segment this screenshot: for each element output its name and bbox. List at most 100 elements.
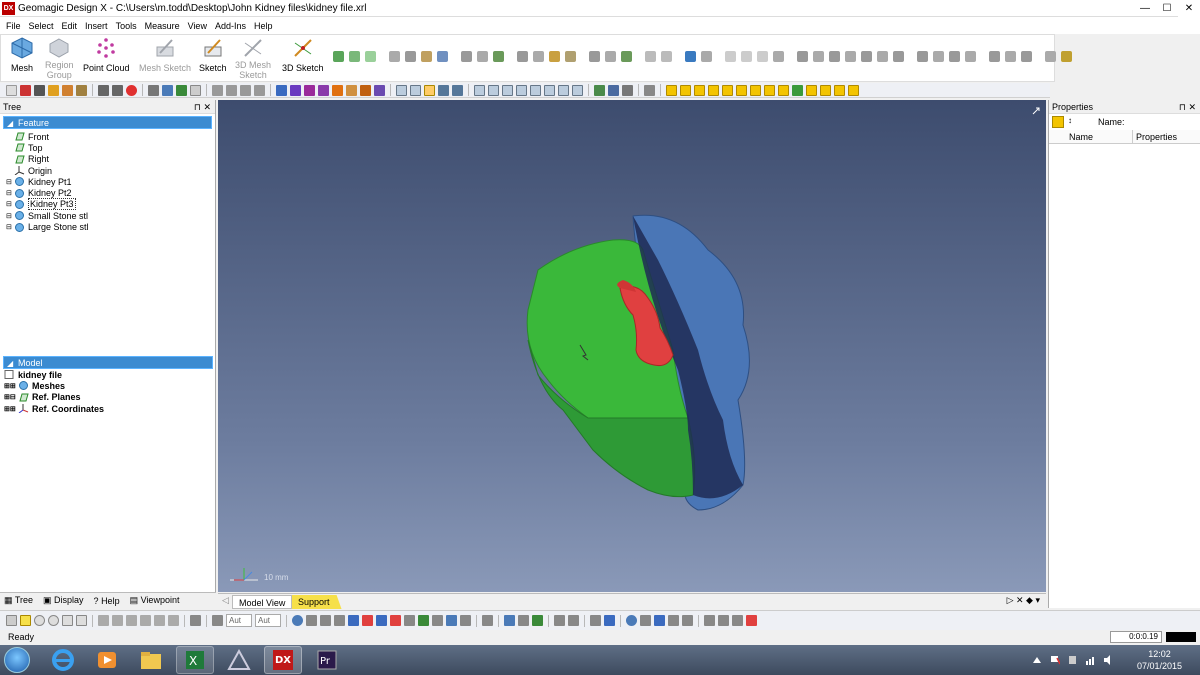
point-icon[interactable] [365,51,376,62]
draft-icon[interactable] [517,51,528,62]
show-hidden-icons-icon[interactable] [1032,655,1042,665]
settings-icon[interactable] [1021,51,1032,62]
pan-icon[interactable] [290,84,301,96]
display-toggle-1-icon[interactable] [666,84,677,96]
select-visible-icon[interactable] [112,615,123,626]
view-right-icon[interactable] [474,84,485,96]
action-center-flag-icon[interactable] [1050,655,1060,665]
filter-27-icon[interactable] [718,615,729,626]
filter-1-icon[interactable] [306,615,317,626]
filter-25-icon[interactable] [682,615,693,626]
select-connected-icon[interactable] [140,615,151,626]
surface-2-icon[interactable] [813,51,824,62]
collapse-triangle-icon[interactable]: ◢ [7,117,13,130]
split-icon[interactable] [565,51,576,62]
model-section-header[interactable]: ◢ Model [3,356,213,369]
mesh-button[interactable]: Mesh [11,37,33,73]
kidney-model[interactable] [218,100,1046,592]
view-iso-4-icon[interactable] [530,84,541,96]
start-button[interactable] [4,647,30,673]
filter-16-icon[interactable] [532,615,543,626]
3d-mesh-sketch-button[interactable]: 3D Mesh Sketch [235,37,271,80]
hidden-line-icon[interactable] [622,84,633,96]
minimize-button[interactable]: — [1134,0,1156,17]
view-iso-2-icon[interactable] [502,84,513,96]
model-viewport[interactable]: 10 mm [218,100,1046,592]
menu-select[interactable]: Select [29,21,54,31]
menu-insert[interactable]: Insert [85,21,108,31]
sweep-icon[interactable] [421,51,432,62]
tab-scroll-left-icon[interactable]: ◁ [222,595,229,606]
menu-tools[interactable]: Tools [116,21,137,31]
zoom-fit-icon[interactable] [240,84,251,96]
region-group-button[interactable]: Region Group [45,37,74,80]
filter-26-icon[interactable] [704,615,715,626]
expand-icon[interactable]: ⊟ [6,189,14,197]
filter-15-icon[interactable] [518,615,529,626]
filter-21-icon[interactable] [626,615,637,626]
tree-item-front[interactable]: Front [6,131,215,142]
export-icon[interactable] [1045,51,1056,62]
circle-select-icon[interactable] [34,615,45,626]
categorized-icon[interactable] [1052,116,1064,128]
filter-2-icon[interactable] [320,615,331,626]
tab-viewpoint[interactable]: ▤ Viewpoint [130,595,180,606]
display-toggle-14-icon[interactable] [848,84,859,96]
filter-29-icon[interactable] [746,615,757,626]
align-icon[interactable] [685,51,696,62]
boolean-icon[interactable] [589,51,600,62]
menu-file[interactable]: File [6,21,21,31]
align-2-icon[interactable] [701,51,712,62]
zoom-icon[interactable] [212,84,223,96]
3d-sketch-button[interactable]: 3D Sketch [282,37,324,73]
filter-12-icon[interactable] [460,615,471,626]
menu-help[interactable]: Help [254,21,273,31]
tree-panel-pin-close[interactable]: ⊓ ✕ [194,100,211,114]
view-front-icon[interactable] [396,84,407,96]
filter-22-icon[interactable] [640,615,651,626]
save-icon[interactable] [34,84,45,96]
render-3-icon[interactable] [374,84,385,96]
tree-item-kidney-pt1[interactable]: ⊟ Kidney Pt1 [6,176,215,187]
taskbar-media-player[interactable] [88,646,126,674]
shell-icon[interactable] [493,51,504,62]
tab-model-view[interactable]: Model View [232,595,293,609]
tree-item-origin[interactable]: Origin [6,165,215,176]
view-point-2-icon[interactable] [318,84,329,96]
pattern-icon[interactable] [741,51,752,62]
view-bottom-icon[interactable] [438,84,449,96]
loft-icon[interactable] [437,51,448,62]
surface-6-icon[interactable] [877,51,888,62]
poly-select-icon[interactable] [48,615,59,626]
display-toggle-3-icon[interactable] [694,84,705,96]
taskbar-file-explorer[interactable] [132,646,170,674]
snap-mode-select-1[interactable]: Aut [226,614,252,627]
display-toggle-7-icon[interactable] [750,84,761,96]
view-iso-7-icon[interactable] [572,84,583,96]
menu-view[interactable]: View [188,21,207,31]
stop-icon[interactable] [126,84,137,96]
offset-icon[interactable] [533,51,544,62]
freeform-select-icon[interactable] [62,615,73,626]
tab-support[interactable]: Support [292,595,342,609]
tree-item-ref-planes[interactable]: ⊞⊟ Ref. Planes [4,392,210,403]
menu-measure[interactable]: Measure [145,21,180,31]
menu-edit[interactable]: Edit [62,21,78,31]
properties-pin-close[interactable]: ⊓ ✕ [1179,100,1196,114]
expand-icon[interactable]: ⊞⊞ [4,382,18,390]
display-toggle-2-icon[interactable] [680,84,691,96]
view-iso-6-icon[interactable] [558,84,569,96]
tree-item-kidney-file[interactable]: kidney file [4,369,210,380]
tree-item-kidney-pt3[interactable]: ⊟ Kidney Pt3 [6,198,215,211]
taskbar-excel[interactable]: X [176,646,214,674]
tree-item-large-stone[interactable]: ⊟ Large Stone stl [6,221,215,232]
filter-6-icon[interactable] [376,615,387,626]
mirror-icon[interactable] [725,51,736,62]
filter-20-icon[interactable] [604,615,615,626]
globe-icon[interactable] [292,615,303,626]
move-icon[interactable] [661,51,672,62]
measure-3-icon[interactable] [949,51,960,62]
volume-icon[interactable] [1104,655,1114,665]
point-cloud-button[interactable]: Point Cloud [83,37,130,73]
filter-17-icon[interactable] [554,615,565,626]
